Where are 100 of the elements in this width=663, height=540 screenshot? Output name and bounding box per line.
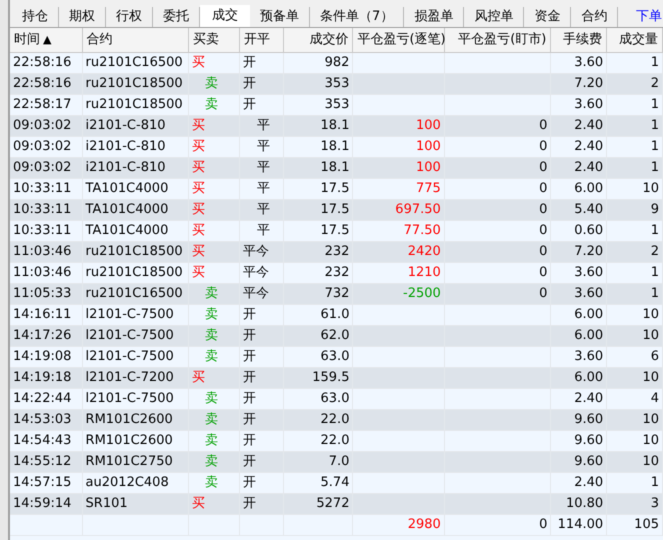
table-cell: 平 [256,118,270,133]
table-cell: TA101C4000 [86,180,168,196]
table-cell: 100 [416,138,441,154]
table-cell: 卖 [205,474,218,490]
column-header[interactable]: 合约 [82,28,189,52]
table-cell: l2101-C-7500 [86,348,174,364]
table-cell: ru2101C16500 [86,286,183,301]
table-cell: 14:55:12 [13,454,72,469]
tab[interactable]: 条件单（7） [310,7,404,27]
table-cell: 22:58:17 [13,96,72,112]
table-cell: 买 [192,118,206,133]
table-cell: 232 [324,264,350,280]
table-cell: 09:03:02 [13,118,72,133]
column-header[interactable]: 平仓盈亏(盯市) [444,28,551,52]
table-cell: 2420 [408,244,441,259]
table-cell: 10.80 [566,496,604,511]
table-cell: 买 [192,180,206,196]
tab[interactable]: 成交 [200,5,250,27]
table-cell: ru2101C18500 [86,76,183,91]
table-cell: 开 [242,54,256,70]
table-cell: 卖 [205,328,218,343]
table-cell: 11:03:46 [13,244,72,259]
table-cell: TA101C4000 [86,222,168,238]
table-cell: 开 [242,76,256,91]
table-cell: 22.0 [320,432,350,448]
table-cell: 开 [242,432,256,448]
tab[interactable]: 行权 [106,7,153,27]
table-cell: 7.0 [328,454,350,469]
table-cell: 14:59:14 [13,496,72,511]
table-cell: 0 [539,202,548,217]
table-cell: 5.40 [574,202,604,217]
table-cell: 0 [539,286,548,301]
table-cell: 1 [650,96,659,112]
table-cell: 平 [256,222,270,238]
table-cell: 5272 [316,496,350,511]
tab[interactable]: 合约 [571,7,618,27]
table-cell: 14:16:11 [13,306,72,322]
table-cell: 100 [416,118,441,133]
tab[interactable]: 持仓 [12,7,59,27]
table-cell: 62.0 [320,328,350,343]
table-cell: SR101 [86,496,128,511]
table-cell: 10 [642,370,659,385]
table-cell: 2.40 [574,160,604,175]
table-cell: 0 [539,222,548,238]
table-cell: 0 [539,516,548,532]
table-cell: 开 [242,496,256,511]
table-cell: ru2101C16500 [86,54,183,70]
column-header-label[interactable]: 时间 [14,32,40,47]
column-header[interactable]: 手续费 [550,28,607,52]
table-cell: 6.00 [574,180,604,196]
table-cell: RM101C2750 [86,454,173,469]
column-header[interactable]: 开平 [239,28,284,52]
table-cell: 63.0 [320,348,350,364]
tab[interactable]: 风控单 [464,7,524,27]
table-cell: 卖 [205,390,218,406]
table-cell: 开 [242,454,256,469]
table-cell: 14:17:26 [13,328,72,343]
column-header[interactable]: 成交量 [606,28,662,52]
table-cell: 开 [242,328,256,343]
table-cell: 10:33:11 [13,180,72,196]
table-cell: 353 [324,96,350,112]
table-cell: 平 [256,180,270,196]
table-cell: 14:54:43 [13,432,72,448]
table-cell: 平 [256,160,270,175]
tab[interactable]: 期权 [59,7,106,27]
table-cell: 1 [650,286,659,301]
table-cell: 1 [650,474,659,490]
order-link[interactable]: 下单 [636,7,663,27]
table-cell: 买 [192,264,206,280]
tab[interactable]: 资金 [524,7,572,27]
table-cell: 0 [539,244,548,259]
column-header[interactable]: 成交价 [284,28,353,52]
table-cell: 09:03:02 [13,160,72,175]
table-cell: 平今 [242,264,269,280]
table-cell: 18.1 [320,118,350,133]
table-cell: 3.60 [574,286,604,301]
column-header[interactable]: 买卖 [188,28,240,52]
table-cell: 63.0 [320,390,350,406]
table-cell: TA101C4000 [86,202,168,217]
table-cell: 买 [192,370,206,385]
table-cell: 10 [642,180,659,196]
table-cell: 0 [539,138,548,154]
table-cell: 2 [650,244,659,259]
column-header[interactable]: 平仓盈亏(逐笔) [352,28,444,52]
table-cell: 10 [642,454,659,469]
tab[interactable]: 损盈单 [404,7,464,27]
table-cell: 0 [539,264,548,280]
table-cell: ru2101C18500 [86,244,183,259]
table-cell: 100 [416,160,441,175]
table-cell: 14:19:18 [13,370,72,385]
tab[interactable]: 预备单 [250,7,310,27]
sort-arrow-icon: ▲ [43,33,52,46]
table-cell: l2101-C-7500 [86,306,174,322]
table-cell: 10 [642,306,659,322]
table-cell: 2.40 [574,138,604,154]
table-cell: 3.60 [574,54,604,70]
table-cell: 982 [324,54,350,70]
table-cell: 22:58:16 [13,54,72,70]
table-cell: 775 [416,180,441,196]
table-cell: 0 [539,160,548,175]
